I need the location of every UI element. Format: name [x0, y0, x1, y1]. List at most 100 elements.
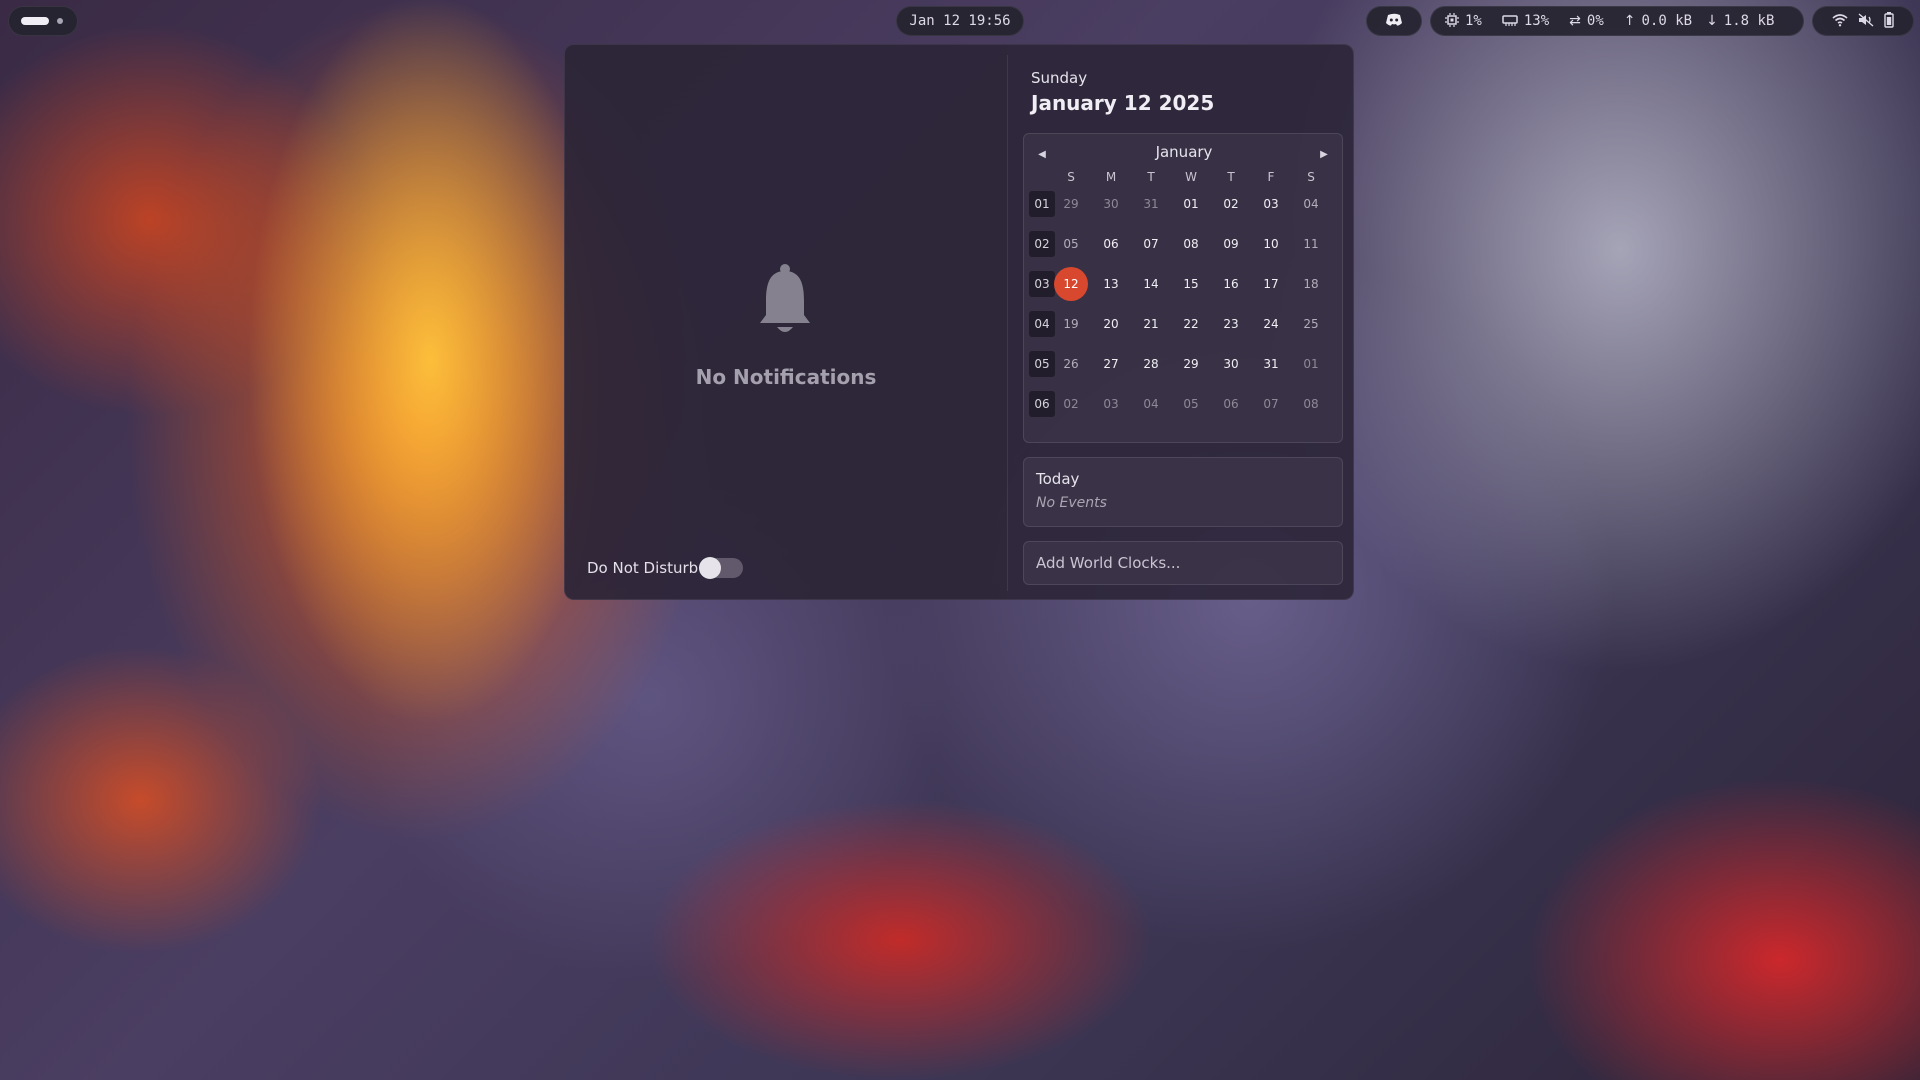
- calendar-day[interactable]: 04: [1134, 387, 1168, 421]
- next-month-button[interactable]: ▶: [1314, 144, 1334, 164]
- calendar-day[interactable]: 06: [1214, 387, 1248, 421]
- calendar-day[interactable]: 13: [1094, 267, 1128, 301]
- upload-value: 0.0 kB: [1641, 13, 1693, 29]
- week-number: 03: [1029, 271, 1055, 297]
- toggle-knob: [699, 557, 721, 579]
- week-number: 04: [1029, 311, 1055, 337]
- clock-button[interactable]: Jan 12 19:56: [896, 6, 1024, 36]
- volume-muted-icon[interactable]: [1858, 12, 1874, 30]
- day-name: Sunday: [1031, 69, 1088, 87]
- calendar-day[interactable]: 17: [1254, 267, 1288, 301]
- calendar-day[interactable]: 07: [1254, 387, 1288, 421]
- system-stats: 1% 13% ⇄ 0% ↑ 0.0 kB ↓ 1.8 kB: [1430, 6, 1804, 36]
- calendar-day[interactable]: 21: [1134, 307, 1168, 341]
- week-number: 02: [1029, 231, 1055, 257]
- chevron-left-icon: ◀: [1038, 148, 1046, 160]
- swap-stat: ⇄ 0%: [1569, 13, 1604, 29]
- pane-divider: [1007, 55, 1008, 591]
- system-indicators[interactable]: [1812, 6, 1914, 36]
- calendar-day[interactable]: 23: [1214, 307, 1248, 341]
- arrow-down-icon: ↓: [1706, 13, 1718, 29]
- weekday-header: S: [1067, 170, 1075, 184]
- arrow-up-icon: ↑: [1623, 13, 1636, 29]
- do-not-disturb-label: Do Not Disturb: [587, 559, 699, 577]
- system-tray[interactable]: [1366, 6, 1422, 36]
- calendar-day[interactable]: 31: [1134, 187, 1168, 221]
- calendar-day[interactable]: 11: [1294, 227, 1328, 261]
- prev-month-button[interactable]: ◀: [1032, 144, 1052, 164]
- calendar-day[interactable]: 25: [1294, 307, 1328, 341]
- wifi-icon[interactable]: [1832, 13, 1848, 30]
- calendar-day[interactable]: 01: [1174, 187, 1208, 221]
- calendar-day[interactable]: 02: [1054, 387, 1088, 421]
- weekday-header: W: [1185, 170, 1197, 184]
- notifications-pane: No Notifications Do Not Disturb: [565, 45, 1007, 599]
- weekday-header: S: [1307, 170, 1315, 184]
- battery-icon[interactable]: [1884, 11, 1894, 31]
- no-events-label: No Events: [1036, 495, 1107, 511]
- workspace-dot[interactable]: [57, 18, 63, 24]
- full-date: January 12 2025: [1031, 91, 1215, 115]
- calendar-day[interactable]: 29: [1174, 347, 1208, 381]
- calendar-day[interactable]: 08: [1294, 387, 1328, 421]
- week-number: 05: [1029, 351, 1055, 377]
- calendar-day[interactable]: 26: [1054, 347, 1088, 381]
- calendar-day[interactable]: 03: [1094, 387, 1128, 421]
- calendar-day[interactable]: 01: [1294, 347, 1328, 381]
- calendar-day[interactable]: 08: [1174, 227, 1208, 261]
- weekday-header: M: [1105, 170, 1117, 184]
- memory-stat: 13%: [1502, 13, 1549, 29]
- chevron-right-icon: ▶: [1320, 148, 1328, 160]
- events-title: Today: [1036, 470, 1080, 488]
- bell-icon: [760, 264, 810, 332]
- calendar-day[interactable]: 05: [1174, 387, 1208, 421]
- calendar-day[interactable]: 02: [1214, 187, 1248, 221]
- calendar-day[interactable]: 24: [1254, 307, 1288, 341]
- calendar-day[interactable]: 05: [1054, 227, 1088, 261]
- calendar-day[interactable]: 22: [1174, 307, 1208, 341]
- calendar-day[interactable]: 30: [1214, 347, 1248, 381]
- weekday-header: T: [1147, 170, 1155, 184]
- cpu-value: 1%: [1465, 13, 1482, 29]
- calendar-day[interactable]: 20: [1094, 307, 1128, 341]
- calendar-notification-popup: No Notifications Do Not Disturb Sunday J…: [564, 44, 1354, 600]
- calendar-day[interactable]: 29: [1054, 187, 1088, 221]
- weekday-header: T: [1227, 170, 1235, 184]
- calendar-widget: January ◀ ▶ S M T W T F S 01 02 03 04 05 06 29 30 31 01 0…: [1023, 133, 1343, 443]
- cpu-chip-icon: [1445, 12, 1459, 30]
- discord-icon[interactable]: [1385, 13, 1403, 30]
- calendar-day[interactable]: 16: [1214, 267, 1248, 301]
- calendar-day[interactable]: 27: [1094, 347, 1128, 381]
- workspace-indicator[interactable]: [8, 6, 78, 36]
- week-number: 01: [1029, 191, 1055, 217]
- cpu-stat: 1%: [1445, 12, 1482, 30]
- workspace-active[interactable]: [21, 17, 49, 25]
- memory-value: 13%: [1523, 13, 1550, 29]
- download-value: 1.8 kB: [1723, 13, 1775, 29]
- calendar-day[interactable]: 18: [1294, 267, 1328, 301]
- calendar-day[interactable]: 31: [1254, 347, 1288, 381]
- calendar-day[interactable]: 07: [1134, 227, 1168, 261]
- calendar-day[interactable]: 28: [1134, 347, 1168, 381]
- calendar-day[interactable]: 19: [1054, 307, 1088, 341]
- memory-icon: [1502, 14, 1518, 29]
- weekday-header: F: [1267, 170, 1275, 184]
- add-world-clocks-label: Add World Clocks...: [1036, 554, 1181, 572]
- swap-arrows-icon: ⇄: [1569, 13, 1581, 29]
- add-world-clocks-button[interactable]: Add World Clocks...: [1023, 541, 1343, 585]
- events-panel: Today No Events: [1023, 457, 1343, 527]
- no-notifications-label: No Notifications: [695, 365, 877, 389]
- upload-stat: ↑ 0.0 kB: [1624, 13, 1692, 29]
- calendar-day-today[interactable]: 12: [1054, 267, 1088, 301]
- swap-value: 0%: [1586, 13, 1604, 29]
- calendar-day[interactable]: 03: [1254, 187, 1288, 221]
- do-not-disturb-toggle[interactable]: [699, 557, 743, 579]
- calendar-day[interactable]: 09: [1214, 227, 1248, 261]
- calendar-day[interactable]: 14: [1134, 267, 1168, 301]
- clock-label: Jan 12 19:56: [909, 13, 1011, 29]
- calendar-day[interactable]: 15: [1174, 267, 1208, 301]
- calendar-day[interactable]: 10: [1254, 227, 1288, 261]
- calendar-day[interactable]: 30: [1094, 187, 1128, 221]
- calendar-day[interactable]: 06: [1094, 227, 1128, 261]
- calendar-day[interactable]: 04: [1294, 187, 1328, 221]
